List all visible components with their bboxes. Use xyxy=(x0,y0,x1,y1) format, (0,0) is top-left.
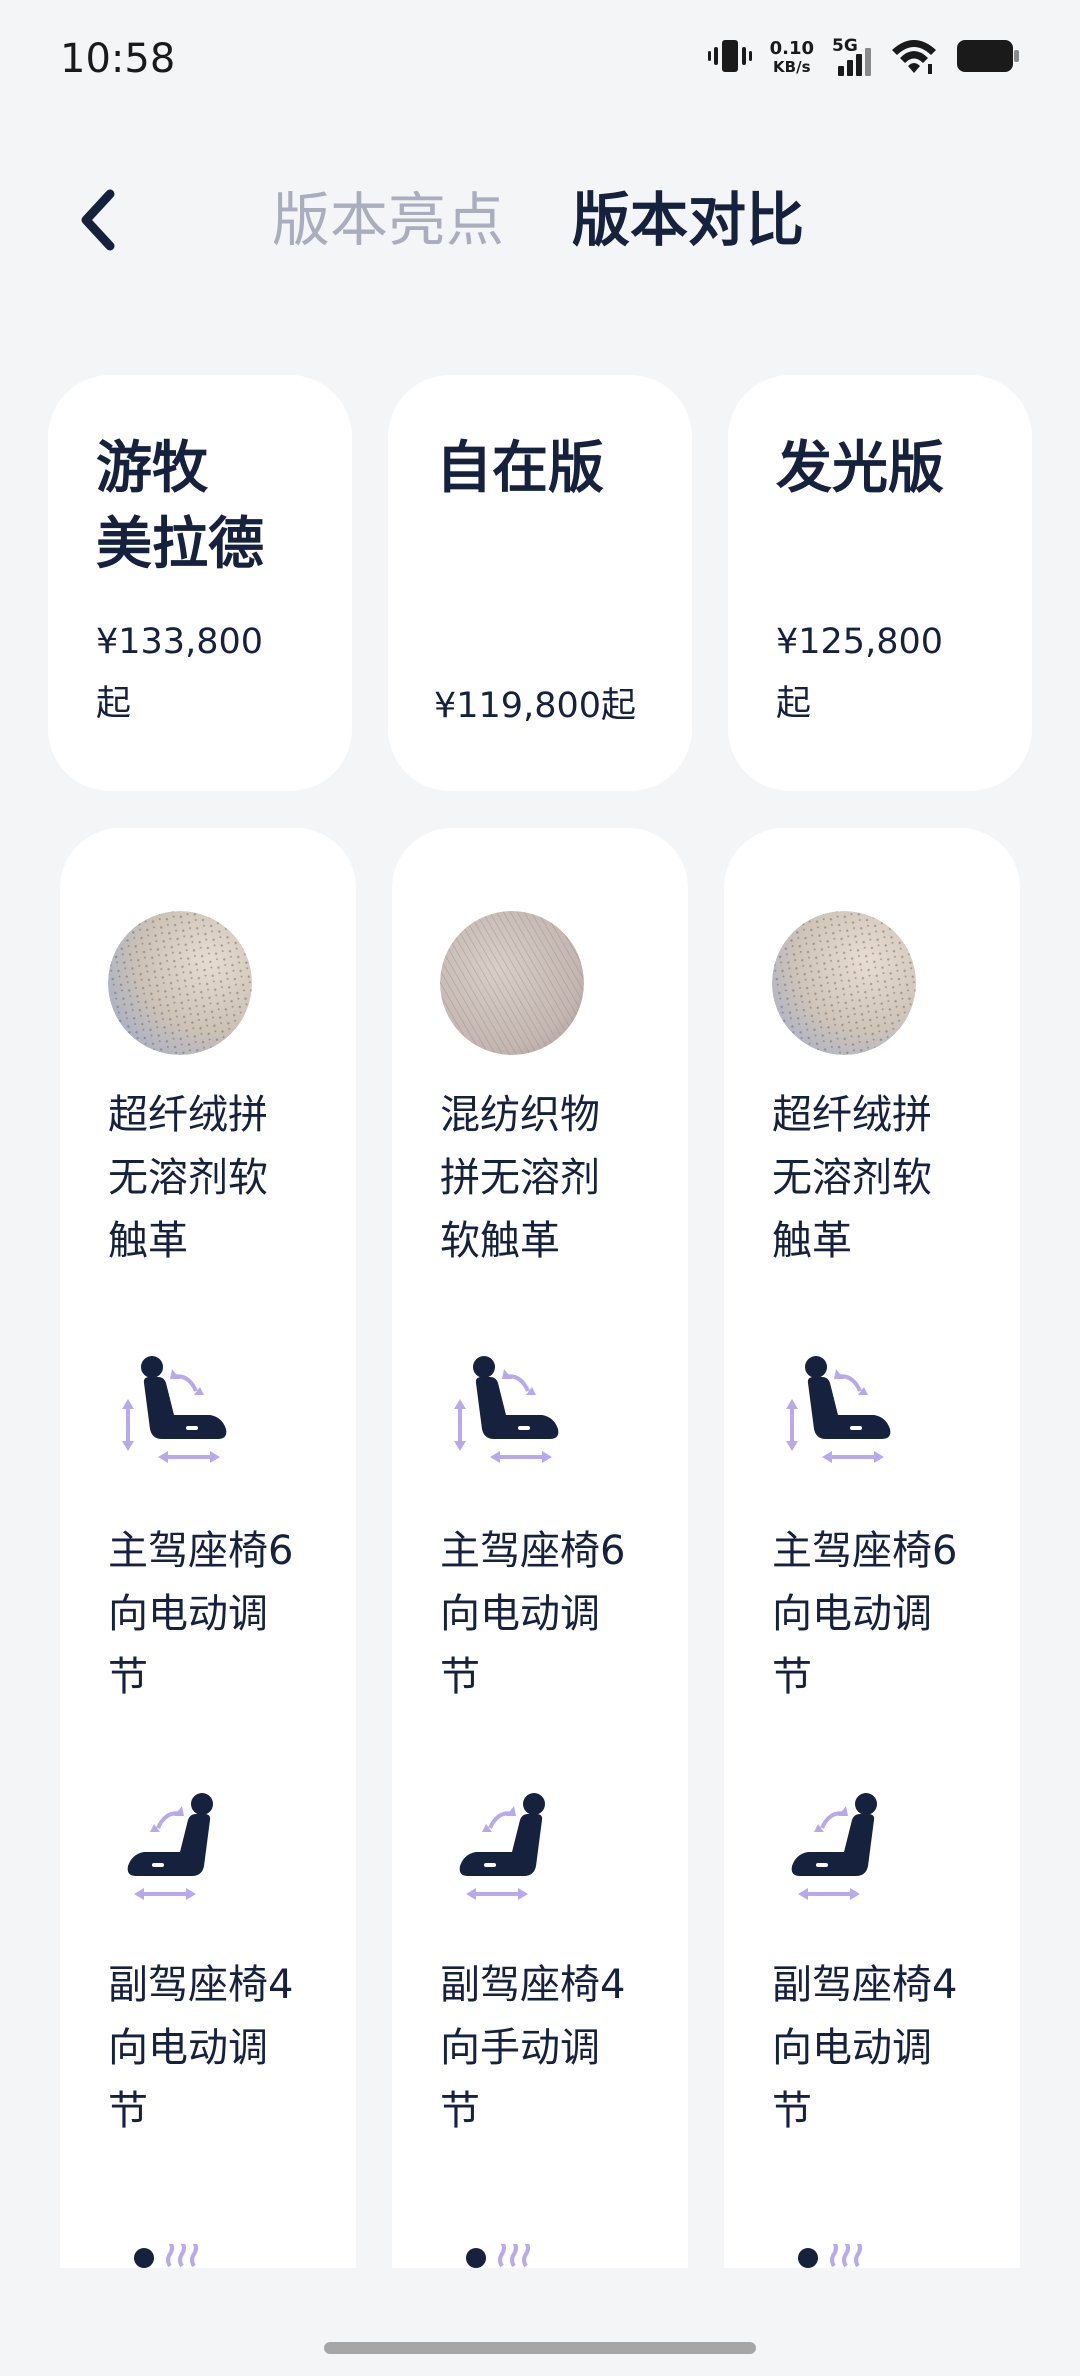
status-bar: 10:58 0.10 KB/s 5G xyxy=(0,0,1080,110)
version-card-zizai[interactable]: 自在版 ¥119,800起 xyxy=(388,375,692,791)
seat-heating-icon xyxy=(466,2244,530,2268)
passenger-seat-adjust-icon xyxy=(459,1793,545,1900)
driver-seat-text: 主驾座椅6 向电动调 节 xyxy=(772,1528,958,1700)
version-price: ¥133,800 起 xyxy=(96,622,264,724)
version-name: 发光版 xyxy=(776,436,944,501)
seat-material-text: 超纤绒拼 无溶剂软 触革 xyxy=(772,1092,932,1264)
seat-heating-icon xyxy=(134,2244,198,2268)
version-name: 自在版 xyxy=(436,436,604,501)
wifi-icon xyxy=(890,36,938,80)
network-speed-unit: KB/s xyxy=(773,58,811,76)
seat-material-text: 混纺织物 拼无溶剂 软触革 xyxy=(440,1092,600,1264)
tab-version-highlights[interactable]: 版本亮点 xyxy=(272,182,504,258)
version-price: ¥119,800起 xyxy=(434,686,637,726)
fabric-swatch-icon xyxy=(440,911,584,1055)
vibrate-icon xyxy=(707,36,752,80)
passenger-seat-text: 副驾座椅4 向电动调 节 xyxy=(108,1962,294,2134)
fabric-swatch-icon xyxy=(772,911,916,1055)
spec-column-nomad-maillard: 超纤绒拼 无溶剂软 触革 主驾座椅6 向电动调 节 副驾座椅4 向电动调 节 xyxy=(60,828,356,2268)
tab-version-compare[interactable]: 版本对比 xyxy=(572,182,804,258)
fabric-swatch-icon xyxy=(108,911,252,1055)
passenger-seat-adjust-icon xyxy=(791,1793,877,1900)
back-button[interactable] xyxy=(60,182,136,258)
home-indicator[interactable] xyxy=(324,2342,756,2354)
version-name: 游牧 美拉德 xyxy=(96,436,264,577)
version-card-nomad-maillard[interactable]: 游牧 美拉德 ¥133,800 起 xyxy=(48,375,352,791)
version-price: ¥125,800 起 xyxy=(776,622,944,724)
seat-heating-icon xyxy=(798,2244,862,2268)
driver-seat-text: 主驾座椅6 向电动调 节 xyxy=(108,1528,294,1700)
spec-column-zizai: 混纺织物 拼无溶剂 软触革 主驾座椅6 向电动调 节 副驾座椅4 向手动调 节 xyxy=(392,828,688,2268)
driver-seat-adjust-icon xyxy=(786,1356,891,1463)
version-card-faguang[interactable]: 发光版 ¥125,800 起 xyxy=(728,375,1032,791)
chevron-left-icon xyxy=(81,189,115,251)
driver-seat-adjust-icon xyxy=(454,1356,559,1463)
driver-seat-adjust-icon xyxy=(122,1356,227,1463)
top-navigation: 版本亮点 版本对比 xyxy=(0,160,1080,280)
status-time: 10:58 xyxy=(60,36,176,82)
seat-material-text: 超纤绒拼 无溶剂软 触革 xyxy=(108,1092,268,1264)
passenger-seat-adjust-icon xyxy=(127,1793,213,1900)
signal-icon: 5G xyxy=(832,36,872,78)
spec-column-faguang: 超纤绒拼 无溶剂软 触革 主驾座椅6 向电动调 节 副驾座椅4 向电动调 节 xyxy=(724,828,1020,2268)
battery-icon xyxy=(956,38,1020,78)
network-speed: 0.10 KB/s xyxy=(769,38,814,77)
driver-seat-text: 主驾座椅6 向电动调 节 xyxy=(440,1528,626,1700)
network-speed-value: 0.10 xyxy=(769,38,814,59)
status-icons: 0.10 KB/s 5G xyxy=(707,36,1020,80)
passenger-seat-text: 副驾座椅4 向手动调 节 xyxy=(440,1962,626,2134)
passenger-seat-text: 副驾座椅4 向电动调 节 xyxy=(772,1962,958,2134)
